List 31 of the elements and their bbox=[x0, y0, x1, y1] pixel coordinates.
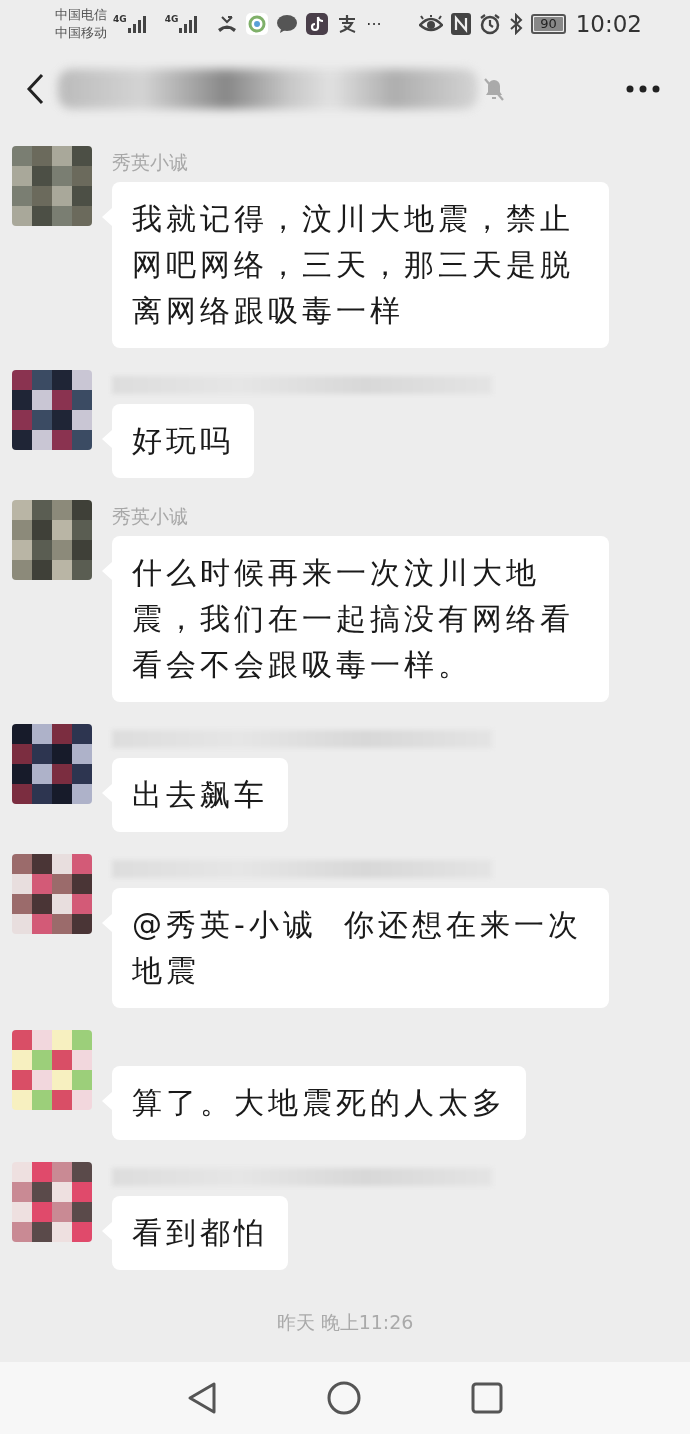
message-bubble: 我就记得，汶川大地震，禁止网吧网络，三天，那三天是脱离网络跟吸毒一样 bbox=[112, 182, 609, 348]
back-button[interactable] bbox=[26, 73, 44, 105]
message-bubble: 算了。大地震死的人太多 bbox=[112, 1066, 526, 1140]
recents-nav-button[interactable] bbox=[471, 1382, 503, 1414]
carrier-name: 中国移动 bbox=[55, 24, 107, 42]
home-nav-button[interactable] bbox=[327, 1381, 361, 1415]
nfc-icon bbox=[451, 13, 472, 35]
message-bubble: 好玩吗 bbox=[112, 404, 254, 478]
music-note-icon bbox=[306, 13, 329, 35]
message-bubble: 看到都怕 bbox=[112, 1196, 288, 1270]
chat-bubble-icon bbox=[276, 14, 299, 34]
carrier-name: 中国电信 bbox=[55, 6, 107, 24]
alarm-clock-icon bbox=[479, 13, 502, 35]
message-bubble: 出去飙车 bbox=[112, 758, 288, 832]
network-label: 4G bbox=[113, 14, 127, 24]
app-icon bbox=[246, 13, 269, 35]
battery-icon: 90 bbox=[531, 14, 566, 34]
message-bubble: @秀英-小诚 你还想在来一次地震 bbox=[112, 888, 609, 1008]
back-nav-button[interactable] bbox=[187, 1381, 217, 1415]
clock-time: 10:02 bbox=[575, 11, 642, 37]
sender-name: 秀英小诚 bbox=[112, 150, 188, 174]
message-bubble: 什么时候再来一次汶川大地震，我们在一起搞没有网络看看会不会跟吸毒一样。 bbox=[112, 536, 609, 702]
missed-call-icon bbox=[216, 14, 239, 34]
more-notifications: ··· bbox=[366, 14, 382, 34]
timestamp: 昨天 晚上11:26 bbox=[276, 1310, 414, 1335]
sender-name: 秀英小诚 bbox=[112, 504, 188, 528]
more-button[interactable] bbox=[626, 85, 660, 93]
bluetooth-icon bbox=[509, 13, 524, 35]
network-label: 4G bbox=[164, 14, 179, 24]
signal-icon bbox=[126, 14, 149, 34]
eye-icon bbox=[419, 15, 444, 33]
